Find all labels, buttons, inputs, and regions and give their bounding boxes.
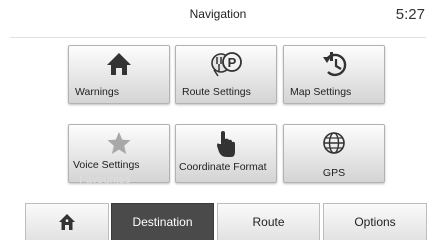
map-settings-label: Map Settings [290, 86, 352, 98]
voice-settings-label: Voice Settings [73, 159, 140, 171]
warnings-label: Warnings [75, 86, 119, 98]
map-settings-icon [323, 52, 347, 77]
bottom-tab-bar: Destination Route Options [22, 203, 428, 242]
route-settings-icon: P [211, 52, 242, 77]
clock: 5:27 [395, 6, 425, 23]
favourites-ghost-label: Favourites [79, 174, 131, 186]
svg-text:P: P [228, 55, 237, 70]
page-title: Navigation [189, 7, 247, 21]
gps-label: GPS [322, 167, 346, 179]
hand-pointer-icon [217, 131, 235, 157]
tab-destination[interactable]: Destination [111, 203, 214, 240]
star-icon [107, 132, 131, 154]
tab-route[interactable]: Route [217, 203, 320, 240]
voice-settings-button[interactable]: Favourites Voice Settings [68, 124, 170, 186]
globe-icon [323, 132, 345, 154]
tab-home[interactable] [25, 203, 109, 240]
tab-options-label: Options [354, 215, 396, 229]
home-icon [107, 53, 131, 75]
map-settings-button[interactable]: Map Settings [283, 45, 385, 104]
tab-route-label: Route [252, 215, 285, 229]
header: Navigation 5:27 [0, 0, 436, 36]
coordinate-format-button[interactable]: Coordinate Format [175, 124, 277, 183]
warnings-button[interactable]: Warnings [68, 45, 170, 104]
route-settings-label: Route Settings [182, 86, 251, 98]
header-divider [10, 37, 426, 38]
gps-button[interactable]: GPS [283, 124, 385, 183]
tab-destination-label: Destination [132, 215, 193, 229]
route-settings-button[interactable]: P Route Settings [175, 45, 277, 104]
tab-options[interactable]: Options [323, 203, 427, 240]
coordinate-format-label: Coordinate Format [179, 161, 267, 173]
home-icon [59, 214, 75, 230]
